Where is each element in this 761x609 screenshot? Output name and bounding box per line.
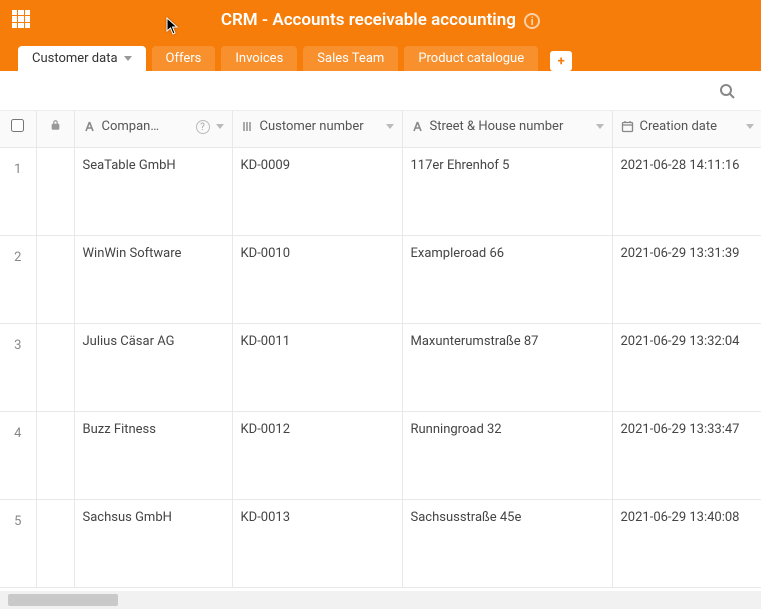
col-header-creation-date[interactable]: Creation date (612, 111, 761, 147)
row-index: 1 (0, 147, 36, 235)
col-label: Customer number (260, 119, 380, 134)
tab-customer-data[interactable]: Customer data (18, 46, 146, 71)
sort-icon[interactable] (216, 124, 224, 129)
tab-product-catalogue[interactable]: Product catalogue (404, 46, 538, 71)
col-header-lock (36, 111, 74, 147)
horizontal-scrollbar[interactable] (0, 591, 761, 609)
cell-company[interactable]: Buzz Fitness (74, 411, 232, 499)
sort-icon[interactable] (746, 124, 754, 129)
row-lock-cell (36, 147, 74, 235)
table-row[interactable]: 4 Buzz FitnessKD-0012Runningroad 322021-0… (0, 411, 761, 499)
cell-creation-date[interactable]: 2021-06-28 14:11:16 (612, 147, 761, 235)
sort-icon[interactable] (386, 124, 394, 129)
row-lock-cell (36, 235, 74, 323)
data-table-wrap[interactable]: Compan… ? Customer number (0, 111, 761, 591)
number-column-icon (241, 120, 254, 133)
cell-customer-number[interactable]: KD-0010 (232, 235, 402, 323)
text-column-icon (83, 120, 96, 133)
data-table: Compan… ? Customer number (0, 111, 761, 588)
tab-label: Offers (166, 51, 202, 66)
row-index: 3 (0, 323, 36, 411)
text-column-icon (411, 120, 424, 133)
cell-street[interactable]: Maxunterumstraße 87 (402, 323, 612, 411)
cell-customer-number[interactable]: KD-0013 (232, 499, 402, 587)
info-icon[interactable]: i (524, 13, 540, 29)
chevron-down-icon[interactable] (124, 56, 132, 61)
cell-creation-date[interactable]: 2021-06-29 13:40:08 (612, 499, 761, 587)
page-title-bar: CRM - Accounts receivable accounting i (0, 0, 761, 30)
col-header-company[interactable]: Compan… ? (74, 111, 232, 147)
tab-label: Customer data (32, 51, 118, 66)
calendar-column-icon (621, 120, 634, 133)
cell-creation-date[interactable]: 2021-06-29 13:31:39 (612, 235, 761, 323)
col-header-checkbox[interactable] (0, 111, 36, 147)
select-all-checkbox[interactable] (11, 119, 24, 132)
table-row[interactable]: 5 Sachsus GmbHKD-0013Sachsusstraße 45e202… (0, 499, 761, 587)
page-title: CRM - Accounts receivable accounting (221, 10, 516, 30)
row-lock-cell (36, 323, 74, 411)
cell-customer-number[interactable]: KD-0009 (232, 147, 402, 235)
tabs-bar: Customer data Offers Invoices Sales Team… (18, 43, 761, 71)
cell-customer-number[interactable]: KD-0012 (232, 411, 402, 499)
cell-company[interactable]: Sachsus GmbH (74, 499, 232, 587)
tab-label: Sales Team (317, 51, 384, 66)
tab-sales-team[interactable]: Sales Team (303, 46, 398, 71)
tab-label: Invoices (235, 51, 283, 66)
table-row[interactable]: 3 Julius Cäsar AGKD-0011Maxunterumstraße … (0, 323, 761, 411)
help-icon[interactable]: ? (196, 120, 210, 134)
row-index: 2 (0, 235, 36, 323)
col-label: Street & House number (430, 119, 590, 134)
tab-label: Product catalogue (418, 51, 524, 66)
cell-customer-number[interactable]: KD-0011 (232, 323, 402, 411)
cell-company[interactable]: SeaTable GmbH (74, 147, 232, 235)
col-header-customer-number[interactable]: Customer number (232, 111, 402, 147)
row-index: 5 (0, 499, 36, 587)
tab-invoices[interactable]: Invoices (221, 46, 297, 71)
add-tab-button[interactable]: + (550, 51, 572, 71)
sort-icon[interactable] (596, 124, 604, 129)
row-index: 4 (0, 411, 36, 499)
toolbar (0, 71, 761, 111)
app-header: CRM - Accounts receivable accounting i C… (0, 0, 761, 71)
apps-grid-icon[interactable] (12, 10, 30, 28)
cell-creation-date[interactable]: 2021-06-29 13:33:47 (612, 411, 761, 499)
scrollbar-thumb[interactable] (8, 594, 118, 606)
row-lock-cell (36, 411, 74, 499)
cell-company[interactable]: WinWin Software (74, 235, 232, 323)
cell-street[interactable]: Exampleroad 66 (402, 235, 612, 323)
cell-street[interactable]: 117er Ehrenhof 5 (402, 147, 612, 235)
search-icon[interactable] (719, 83, 735, 99)
table-row[interactable]: 2 WinWin SoftwareKD-0010Exampleroad 66202… (0, 235, 761, 323)
cell-street[interactable]: Sachsusstraße 45e (402, 499, 612, 587)
lock-icon (50, 120, 61, 135)
col-header-street[interactable]: Street & House number (402, 111, 612, 147)
row-lock-cell (36, 499, 74, 587)
col-label: Compan… (102, 119, 190, 134)
cell-street[interactable]: Runningroad 32 (402, 411, 612, 499)
cell-company[interactable]: Julius Cäsar AG (74, 323, 232, 411)
tab-offers[interactable]: Offers (152, 46, 216, 71)
col-label: Creation date (640, 119, 740, 134)
table-row[interactable]: 1 SeaTable GmbHKD-0009117er Ehrenhof 5202… (0, 147, 761, 235)
cell-creation-date[interactable]: 2021-06-29 13:32:04 (612, 323, 761, 411)
